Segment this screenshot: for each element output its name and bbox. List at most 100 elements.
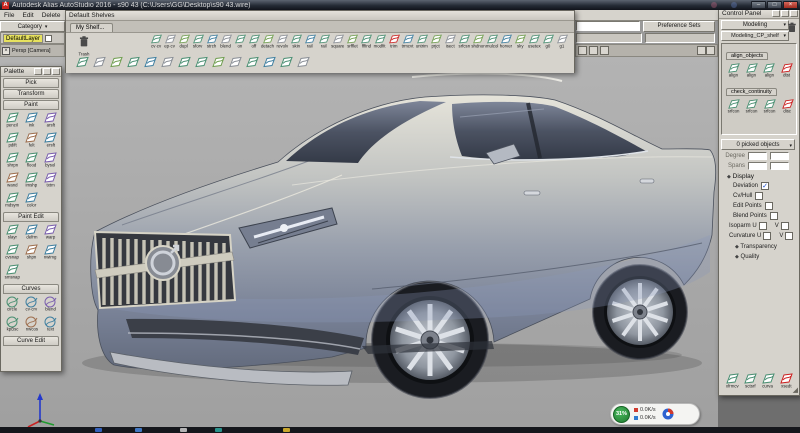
cp-tool[interactable]: align xyxy=(725,62,743,80)
menu-delete[interactable]: Delete xyxy=(38,12,65,19)
shelf-tool[interactable]: cv·cv xyxy=(149,33,163,51)
cp-window-button[interactable] xyxy=(772,10,780,17)
cp-bottom-tool[interactable]: sctsrf xyxy=(741,372,759,391)
shelf-tool[interactable]: strch xyxy=(205,33,219,51)
palette-tool[interactable]: pdift xyxy=(3,131,22,150)
minimize-button[interactable]: – xyxy=(751,1,766,9)
taskbar-app-icon[interactable] xyxy=(95,428,102,432)
degree-v-field[interactable] xyxy=(770,152,789,160)
palette-tool[interactable]: warp xyxy=(41,223,60,242)
palette-window-button[interactable] xyxy=(52,68,60,75)
shelf-tool[interactable]: usetex xyxy=(527,33,541,51)
palette-tab-paint[interactable]: Paint xyxy=(3,100,59,110)
palette-tool[interactable]: defrm xyxy=(22,223,41,242)
palette-tab-transform[interactable]: Transform xyxy=(3,89,59,99)
palette-tool[interactable]: felt xyxy=(22,131,41,150)
palette-window-button[interactable] xyxy=(34,68,42,75)
shelf-tool[interactable]: prjct xyxy=(429,33,443,51)
palette-tool[interactable]: smsnap xyxy=(3,263,22,282)
prompt-line-input[interactable] xyxy=(576,21,640,31)
shelf-tool[interactable] xyxy=(91,55,108,69)
shelf-tool[interactable] xyxy=(142,55,159,69)
shelf-tool[interactable]: srfcsn xyxy=(457,33,471,51)
palette-tool[interactable]: shpn xyxy=(22,243,41,262)
shelf-tool[interactable]: untrim xyxy=(415,33,429,51)
v-checkbox[interactable] xyxy=(781,222,789,230)
u-checkbox[interactable] xyxy=(759,222,767,230)
quality-section[interactable]: ◆ Quality xyxy=(735,254,799,260)
shelf-tool[interactable]: detach xyxy=(261,33,275,51)
palette-tool[interactable]: bysol xyxy=(41,151,60,170)
palette-tool[interactable]: cvsnap xyxy=(3,243,22,262)
maximize-button[interactable]: □ xyxy=(767,1,782,9)
v-checkbox[interactable] xyxy=(785,232,793,240)
windows-taskbar[interactable] xyxy=(0,427,800,433)
shelf-tool[interactable]: rail xyxy=(317,33,331,51)
cp-window-button[interactable] xyxy=(781,10,789,17)
close-view-icon[interactable]: × xyxy=(2,47,10,55)
window-layout-icon[interactable] xyxy=(589,46,598,55)
taskbar-app-icon[interactable] xyxy=(215,428,222,432)
cp-shelf-dropdown[interactable]: Modeling_CP_shelf ▾ xyxy=(721,31,789,41)
shelf-tool[interactable]: off xyxy=(247,33,261,51)
taskbar-app-icon[interactable] xyxy=(135,428,142,432)
display-section-header[interactable]: ◆ Display xyxy=(727,173,799,180)
shelf-tool[interactable]: ep·cv xyxy=(163,33,177,51)
u-checkbox[interactable] xyxy=(763,232,771,240)
shelf-tool[interactable] xyxy=(193,55,210,69)
camera-row[interactable]: × Persp [Camera] xyxy=(0,44,65,57)
cp-bottom-tool[interactable]: curva xyxy=(759,372,777,391)
palette-tab-curve-edit[interactable]: Curve Edit xyxy=(3,336,59,346)
control-panel-title-bar[interactable]: Control Panel xyxy=(719,9,799,19)
palette-tool[interactable]: ersft xyxy=(41,131,60,150)
palette-tool[interactable]: shrpn xyxy=(3,151,22,170)
deviation-checkbox[interactable]: ✓ xyxy=(761,182,769,190)
display-option-checkbox[interactable] xyxy=(770,212,778,220)
palette-tool[interactable]: mdsym xyxy=(3,191,22,210)
shelf-tool[interactable] xyxy=(210,55,227,69)
palette-tab-pick[interactable]: Pick xyxy=(3,78,59,88)
palette-title-bar[interactable]: Palette xyxy=(1,67,61,77)
cp-tool[interactable]: disc xyxy=(779,98,796,116)
shelf-tool[interactable]: blend xyxy=(219,33,233,51)
shelf-tool[interactable]: on xyxy=(233,33,247,51)
shelf-tool[interactable]: modfit xyxy=(373,33,387,51)
palette-tool[interactable]: text xyxy=(41,315,60,334)
palette-tool[interactable]: slayr xyxy=(3,223,22,242)
my-shelf-tab[interactable]: My Shelf... xyxy=(70,23,113,32)
layer-visibility-checkbox[interactable] xyxy=(45,35,52,42)
shelf-tool[interactable]: trmcvt xyxy=(401,33,415,51)
shelf-tool[interactable] xyxy=(295,55,312,69)
shelf-tool[interactable]: srfflet xyxy=(345,33,359,51)
shelf-tool[interactable]: sforv xyxy=(191,33,205,51)
resize-handle[interactable]: ◢ xyxy=(793,387,798,394)
palette-tool[interactable]: blend xyxy=(41,295,60,314)
palette-tool[interactable]: flood xyxy=(22,151,41,170)
palette-tool[interactable]: pencil xyxy=(3,111,22,130)
shelf-tool[interactable]: dupl xyxy=(177,33,191,51)
taskbar-app-icon[interactable] xyxy=(180,428,187,432)
shelf-tool[interactable]: g0 xyxy=(541,33,555,51)
palette-window-button[interactable] xyxy=(43,68,51,75)
shelf-tool[interactable]: trim xyxy=(387,33,401,51)
palette-tool[interactable]: imshp xyxy=(22,171,41,190)
shelf-tool[interactable]: horver xyxy=(499,33,513,51)
layer-row[interactable]: DefaultLayer xyxy=(0,32,65,44)
cp-tool[interactable]: srfcon xyxy=(743,98,761,116)
cp-tool[interactable]: srfcon xyxy=(761,98,779,116)
shelf-tool[interactable] xyxy=(278,55,295,69)
shelf-tool[interactable]: isect xyxy=(443,33,457,51)
cp-tool[interactable]: dtst xyxy=(778,62,796,80)
taskbar-app-icon[interactable] xyxy=(283,428,290,432)
shelf-title-bar[interactable]: Default Shelves xyxy=(66,11,574,21)
transparency-section[interactable]: ◆ Transparency xyxy=(735,244,799,250)
check-continuity-tab[interactable]: check_continuity xyxy=(726,88,777,96)
network-monitor-widget[interactable]: 31% 0.0K/s 0.0K/s xyxy=(610,403,700,425)
palette-tool[interactable]: color xyxy=(22,191,41,210)
shelf-tool[interactable]: sky xyxy=(513,33,527,51)
menu-file[interactable]: File xyxy=(0,12,18,19)
shelf-tool[interactable]: g1 xyxy=(555,33,569,51)
cp-window-button[interactable] xyxy=(790,10,798,17)
active-layer-name[interactable]: DefaultLayer xyxy=(3,34,43,43)
shelf-tool[interactable] xyxy=(159,55,176,69)
